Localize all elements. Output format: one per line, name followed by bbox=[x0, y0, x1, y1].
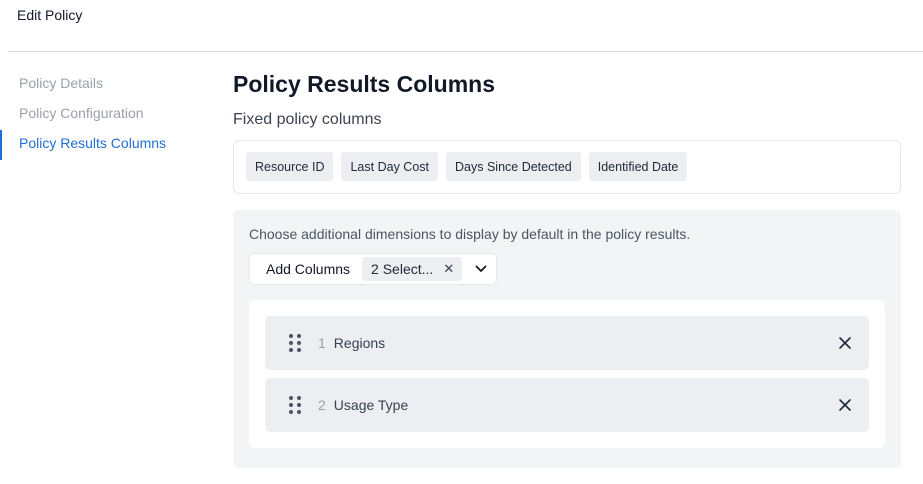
fixed-column-chip: Last Day Cost bbox=[341, 152, 438, 181]
header-divider bbox=[8, 51, 923, 52]
fixed-columns-box: Resource ID Last Day Cost Days Since Det… bbox=[233, 140, 901, 194]
top-bar: Edit Policy bbox=[0, 0, 923, 52]
list-item: 2 Usage Type bbox=[265, 378, 869, 432]
sidebar-item-label: Policy Details bbox=[19, 75, 104, 91]
sidebar-item-policy-details[interactable]: Policy Details bbox=[0, 68, 210, 98]
column-index: 2 bbox=[318, 397, 326, 413]
sidebar-item-policy-configuration[interactable]: Policy Configuration bbox=[0, 98, 210, 128]
sidebar-item-policy-results-columns[interactable]: Policy Results Columns bbox=[0, 128, 210, 160]
list-item: 1 Regions bbox=[265, 316, 869, 370]
close-icon[interactable] bbox=[837, 335, 853, 351]
selected-columns-list: 1 Regions 2 Usage Type bbox=[249, 300, 885, 448]
page-title: Policy Results Columns bbox=[233, 71, 496, 97]
fixed-column-chip: Days Since Detected bbox=[446, 152, 581, 181]
additional-dimensions-panel: Choose additional dimensions to display … bbox=[233, 210, 901, 468]
page-header-title: Edit Policy bbox=[17, 7, 83, 23]
dimensions-description: Choose additional dimensions to display … bbox=[249, 226, 691, 242]
add-columns-label: Add Columns bbox=[266, 261, 351, 277]
sidebar-item-label: Policy Results Columns bbox=[19, 135, 167, 151]
add-columns-select[interactable]: Add Columns 2 Select... ✕ bbox=[249, 253, 498, 285]
close-icon[interactable] bbox=[837, 397, 853, 413]
sidebar-nav: Policy Details Policy Configuration Poli… bbox=[0, 68, 210, 160]
close-icon[interactable]: ✕ bbox=[443, 261, 454, 277]
drag-handle-icon[interactable] bbox=[289, 396, 301, 414]
main-content: Policy Results Columns Fixed policy colu… bbox=[233, 68, 901, 468]
chevron-down-icon[interactable] bbox=[474, 262, 488, 276]
fixed-columns-heading: Fixed policy columns bbox=[233, 111, 382, 128]
column-index: 1 bbox=[318, 335, 326, 351]
column-name: Regions bbox=[333, 335, 386, 351]
drag-handle-icon[interactable] bbox=[289, 334, 301, 352]
column-name: Usage Type bbox=[333, 397, 409, 413]
sidebar-item-label: Policy Configuration bbox=[19, 105, 144, 121]
selected-count-text: 2 Select... bbox=[371, 261, 434, 277]
fixed-column-chip: Resource ID bbox=[246, 152, 334, 181]
selected-count-pill: 2 Select... ✕ bbox=[362, 257, 463, 281]
fixed-column-chip: Identified Date bbox=[588, 152, 688, 181]
